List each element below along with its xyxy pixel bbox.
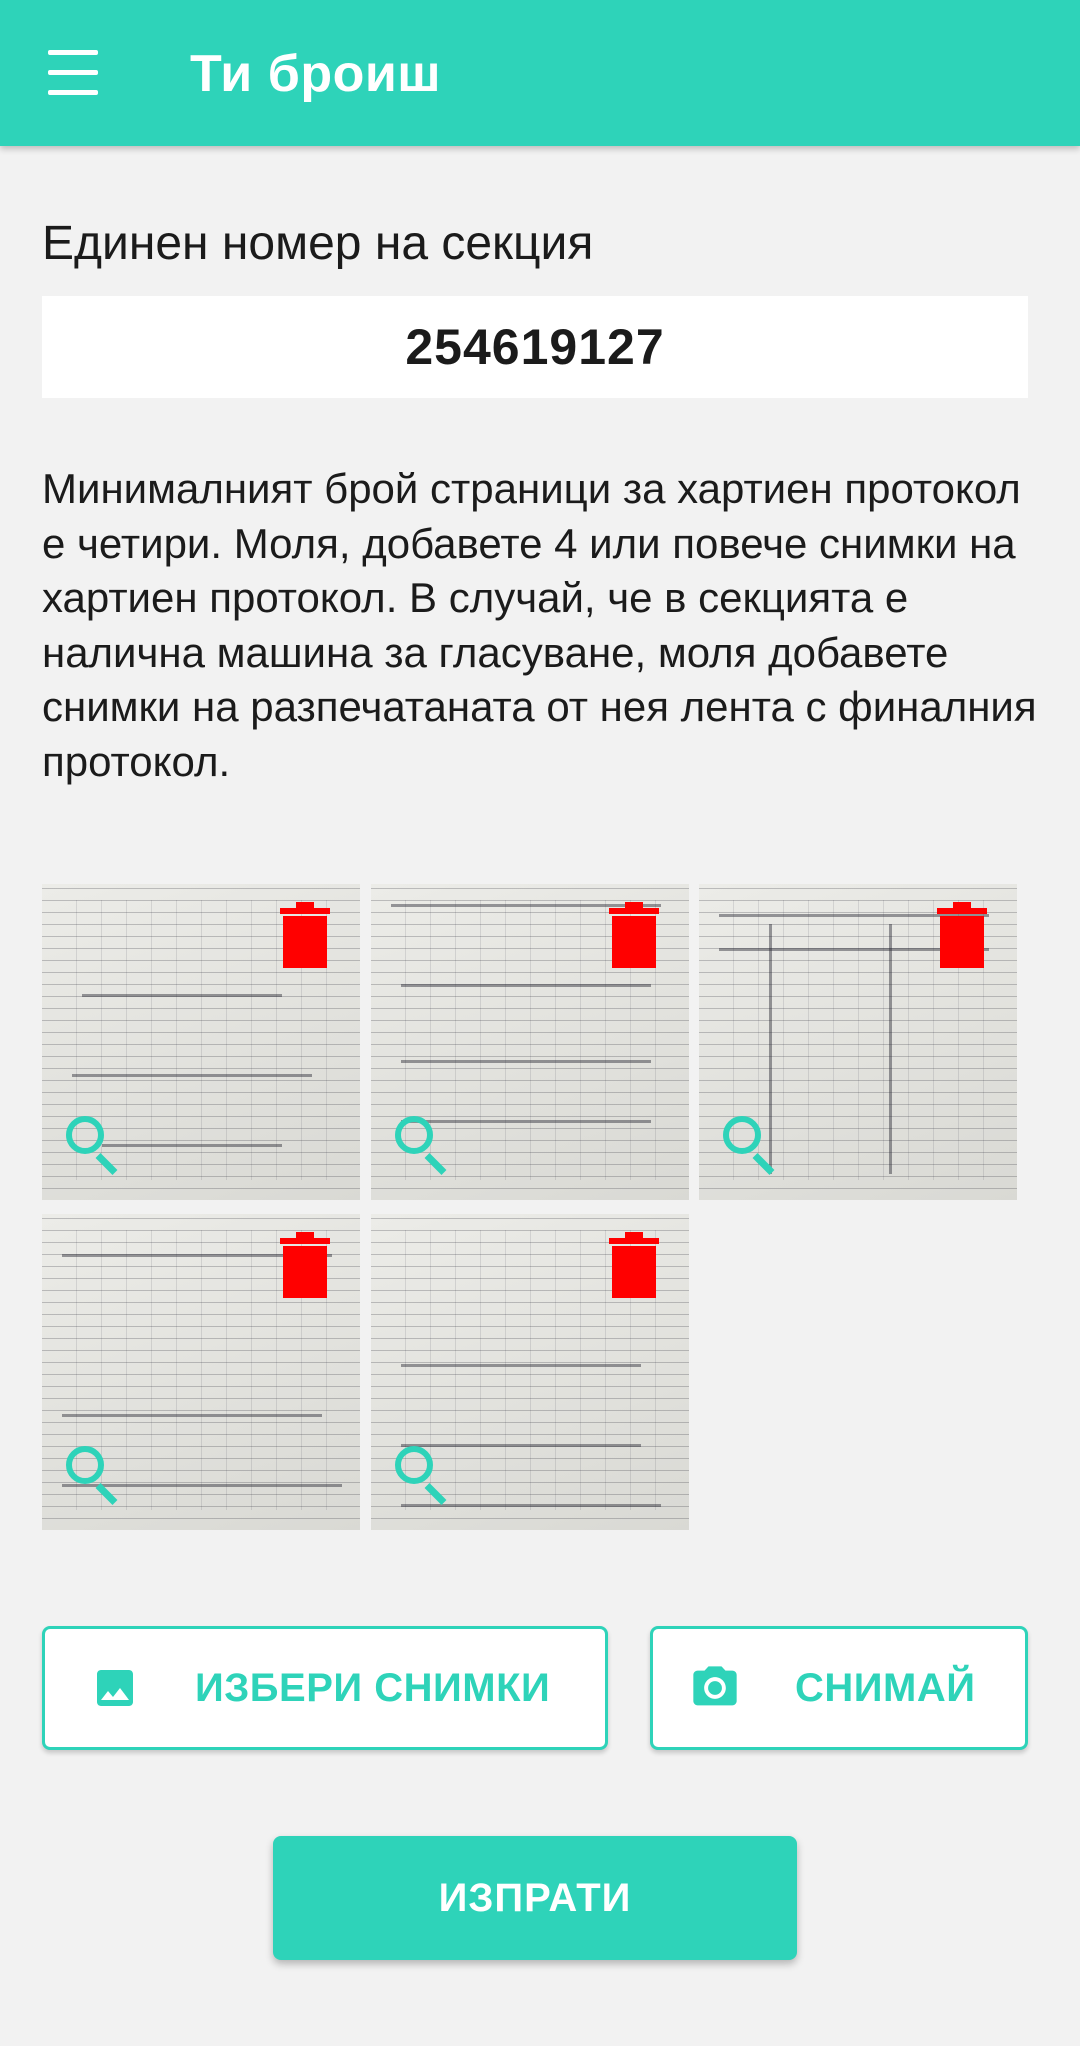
image-icon — [97, 1670, 133, 1706]
trash-icon[interactable] — [280, 1232, 330, 1298]
protocol-photo[interactable] — [371, 884, 689, 1200]
magnifier-icon[interactable] — [66, 1116, 122, 1175]
protocol-photo[interactable] — [371, 1214, 689, 1530]
section-number-field[interactable]: 254619127 — [42, 296, 1028, 398]
protocol-photo[interactable] — [699, 884, 1017, 1200]
trash-icon[interactable] — [609, 902, 659, 968]
pick-photos-label: ИЗБЕРИ СНИМКИ — [195, 1665, 551, 1710]
magnifier-icon[interactable] — [66, 1446, 122, 1505]
submit-button[interactable]: ИЗПРАТИ — [273, 1836, 797, 1960]
trash-icon[interactable] — [937, 902, 987, 968]
app-bar: Ти броиш — [0, 0, 1080, 146]
app-title: Ти броиш — [190, 45, 442, 103]
protocol-photo[interactable] — [42, 884, 360, 1200]
take-photo-label: СНИМАЙ — [795, 1665, 976, 1710]
magnifier-icon[interactable] — [395, 1446, 451, 1505]
trash-icon[interactable] — [609, 1232, 659, 1298]
menu-icon[interactable] — [40, 48, 106, 98]
trash-icon[interactable] — [280, 902, 330, 968]
submit-label: ИЗПРАТИ — [438, 1875, 632, 1920]
take-photo-button[interactable]: СНИМАЙ — [650, 1626, 1028, 1750]
pick-photos-button[interactable]: ИЗБЕРИ СНИМКИ — [42, 1626, 608, 1750]
instructions-text: Минималният брой страници за хартиен про… — [42, 465, 1037, 785]
section-number-label: Единен номер на секция — [42, 217, 594, 270]
protocol-photo[interactable] — [42, 1214, 360, 1530]
magnifier-icon[interactable] — [723, 1116, 779, 1175]
camera-icon — [693, 1666, 737, 1706]
magnifier-icon[interactable] — [395, 1116, 451, 1175]
